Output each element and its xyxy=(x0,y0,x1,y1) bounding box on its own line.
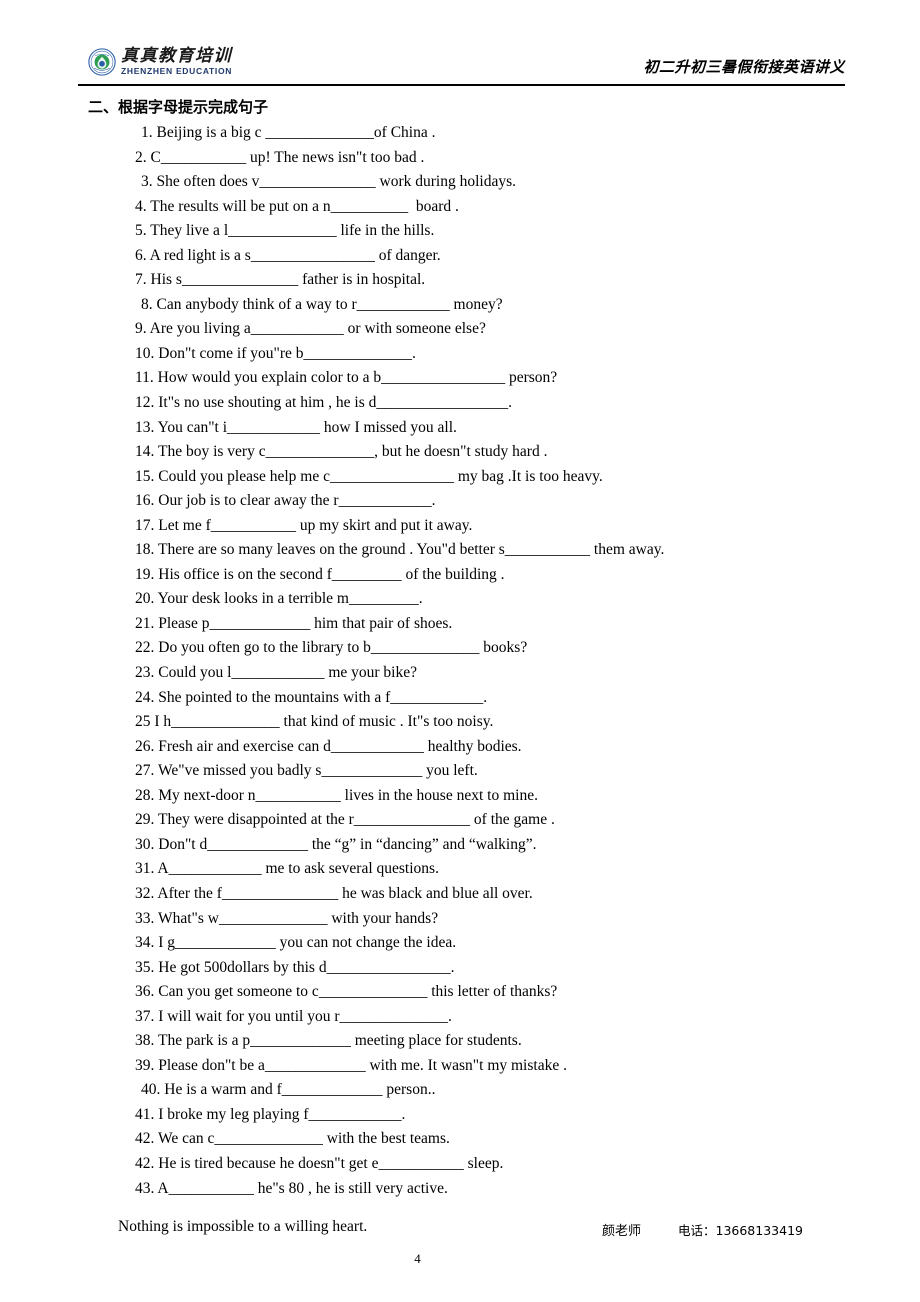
question-item: 3. She often does v_______________ work … xyxy=(141,173,516,191)
question-item: 43. A___________ he"s 80 , he is still v… xyxy=(135,1179,448,1197)
question-item: 19. His office is on the second f_______… xyxy=(135,565,505,583)
footer-row: Nothing is impossible to a willing heart… xyxy=(0,1218,920,1242)
question-item: 4. The results will be put on a n_______… xyxy=(135,197,459,215)
question-item: 32. After the f_______________ he was bl… xyxy=(135,884,533,902)
question-item: 38. The park is a p_____________ meeting… xyxy=(135,1032,522,1050)
question-item: 27. We"ve missed you badly s____________… xyxy=(135,762,478,780)
section-heading: 二、根据字母提示完成句子 xyxy=(88,98,269,116)
footer-motto: Nothing is impossible to a willing heart… xyxy=(118,1218,368,1235)
question-item: 10. Don"t come if you"re b______________… xyxy=(135,344,416,362)
question-item: 28. My next-door n___________ lives in t… xyxy=(135,786,538,804)
question-item: 33. What"s w______________ with your han… xyxy=(135,909,439,927)
brand-name-chinese: 真真教育培训 xyxy=(121,46,232,67)
question-item: 42. We can c______________ with the best… xyxy=(135,1130,450,1148)
document-body: 二、根据字母提示完成句子 1. Beijing is a big c _____… xyxy=(0,96,920,1201)
question-item: 39. Please don"t be a_____________ with … xyxy=(135,1056,567,1074)
footer-phone: 电话：13668133419 xyxy=(678,1223,803,1238)
page-header: 真真教育培训 ZHENZHEN EDUCATION 初二升初三暑假衔接英语讲义 xyxy=(0,0,920,92)
question-item: 8. Can anybody think of a way to r______… xyxy=(141,295,503,313)
question-item: 29. They were disappointed at the r_____… xyxy=(135,811,555,829)
question-item: 42. He is tired because he doesn"t get e… xyxy=(135,1154,504,1172)
question-item: 20. Your desk looks in a terrible m_____… xyxy=(135,590,423,608)
question-item: 40. He is a warm and f_____________ pers… xyxy=(141,1081,436,1099)
page-number: 4 xyxy=(414,1251,421,1266)
footer-teacher-name: 颜老师 xyxy=(602,1224,642,1239)
question-item: 5. They live a l______________ life in t… xyxy=(135,222,435,240)
question-item: 24. She pointed to the mountains with a … xyxy=(135,688,488,706)
brand-text-block: 真真教育培训 ZHENZHEN EDUCATION xyxy=(121,48,232,76)
header-divider-rule xyxy=(78,84,845,86)
question-item: 41. I broke my leg playing f____________… xyxy=(135,1105,406,1123)
question-item: 16. Our job is to clear away the r______… xyxy=(135,492,436,510)
question-item: 12. It"s no use shouting at him , he is … xyxy=(135,394,513,412)
question-item: 37. I will wait for you until you r_____… xyxy=(135,1007,452,1025)
question-item: 21. Please p_____________ him that pair … xyxy=(135,614,453,632)
question-item: 26. Fresh air and exercise can d________… xyxy=(135,737,522,755)
brand-logo-block: 真真教育培训 ZHENZHEN EDUCATION xyxy=(88,48,232,76)
document-header-title: 初二升初三暑假衔接英语讲义 xyxy=(643,58,845,76)
question-list: 1. Beijing is a big c ______________of C… xyxy=(0,121,920,1201)
question-item: 31. A____________ me to ask several ques… xyxy=(135,860,439,878)
page-footer: Nothing is impossible to a willing heart… xyxy=(0,1218,920,1266)
question-item: 1. Beijing is a big c ______________of C… xyxy=(141,124,436,141)
question-item: 23. Could you l____________ me your bike… xyxy=(135,664,417,682)
question-item: 17. Let me f___________ up my skirt and … xyxy=(135,516,473,534)
question-item: 2. C___________ up! The news isn"t too b… xyxy=(135,148,425,166)
question-item: 13. You can"t i____________ how I missed… xyxy=(135,418,457,436)
question-item: 22. Do you often go to the library to b_… xyxy=(135,639,528,657)
question-item: 35. He got 500dollars by this d_________… xyxy=(135,958,455,976)
question-item: 6. A red light is a s________________ of… xyxy=(135,246,441,264)
question-item: 14. The boy is very c______________, but… xyxy=(135,443,548,461)
brand-name-english: ZHENZHEN EDUCATION xyxy=(121,66,233,77)
question-item: 30. Don"t d_____________ the “g” in “dan… xyxy=(135,835,537,853)
document-page: 真真教育培训 ZHENZHEN EDUCATION 初二升初三暑假衔接英语讲义 … xyxy=(0,0,920,1302)
question-item: 34. I g_____________ you can not change … xyxy=(135,934,457,952)
question-item: 15. Could you please help me c__________… xyxy=(135,467,603,485)
question-item: 18. There are so many leaves on the grou… xyxy=(135,541,665,559)
question-item: 7. His s_______________ father is in hos… xyxy=(135,271,426,289)
circular-seal-logo-icon xyxy=(88,48,116,76)
question-item: 11. How would you explain color to a b__… xyxy=(135,369,558,387)
question-item: 25 I h______________ that kind of music … xyxy=(135,713,494,731)
question-item: 9. Are you living a____________ or with … xyxy=(135,320,486,338)
question-item: 36. Can you get someone to c____________… xyxy=(135,983,558,1001)
